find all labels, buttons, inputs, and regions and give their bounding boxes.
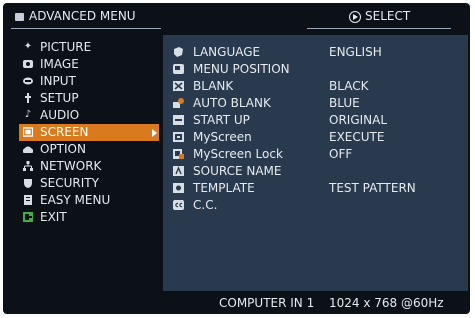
menu-item-label: NETWORK xyxy=(40,159,102,173)
picture-icon: ✦ xyxy=(23,41,33,52)
myscreen-icon xyxy=(173,132,184,142)
menu-header: ADVANCED MENU SELECT xyxy=(3,3,470,35)
select-label: SELECT xyxy=(365,9,411,23)
menu-item-audio[interactable]: ♪ AUDIO xyxy=(23,107,157,124)
input-icon xyxy=(23,76,33,86)
setting-row-language[interactable]: LANGUAGE ENGLISH xyxy=(163,44,468,61)
setting-label: AUTO BLANK xyxy=(193,96,271,110)
menu-item-label: EASY MENU xyxy=(40,193,111,207)
audio-icon: ♪ xyxy=(24,109,32,120)
menu-item-exit[interactable]: EXIT xyxy=(23,209,157,226)
setting-row-source-name[interactable]: SOURCE NAME xyxy=(163,163,468,180)
setting-label: TEMPLATE xyxy=(193,181,255,195)
menu-icon xyxy=(15,13,24,21)
signal-resolution: 1024 x 768 @60Hz xyxy=(329,296,444,310)
menu-item-setup[interactable]: SETUP xyxy=(23,90,157,107)
setting-value: BLACK xyxy=(329,79,369,93)
menu-item-label: INPUT xyxy=(40,74,76,88)
menu-title-bar: ADVANCED MENU xyxy=(11,9,161,29)
easy-menu-icon xyxy=(23,195,33,205)
signal-status-bar: COMPUTER IN 1 1024 x 768 @60Hz xyxy=(163,293,468,314)
menu-item-image[interactable]: IMAGE xyxy=(23,56,157,73)
setting-value: EXECUTE xyxy=(329,130,385,144)
menu-position-icon xyxy=(173,64,184,74)
menu-title: ADVANCED MENU xyxy=(29,9,136,23)
setting-label: C.C. xyxy=(193,198,218,212)
setting-label: MyScreen xyxy=(193,130,252,144)
submenu-arrow-icon xyxy=(152,129,157,137)
menu-item-picture[interactable]: ✦ PICTURE xyxy=(23,39,157,56)
menu-item-security[interactable]: SECURITY xyxy=(23,175,157,192)
setting-label: LANGUAGE xyxy=(193,45,261,59)
menu-item-label: OPTION xyxy=(40,142,86,156)
option-icon xyxy=(23,144,33,154)
setting-row-auto-blank[interactable]: AUTO BLANK BLUE xyxy=(163,95,468,112)
setting-row-closed-caption[interactable]: C.C. xyxy=(163,197,468,214)
menu-item-label: PICTURE xyxy=(40,40,92,54)
screen-settings-panel: LANGUAGE ENGLISH MENU POSITION BLANK BLA… xyxy=(163,35,468,291)
image-icon xyxy=(23,59,33,69)
menu-item-label: SETUP xyxy=(40,91,79,105)
auto-blank-icon xyxy=(173,98,184,108)
menu-item-easy-menu[interactable]: EASY MENU xyxy=(23,192,157,209)
exit-icon xyxy=(23,212,33,222)
setting-row-template[interactable]: TEMPLATE TEST PATTERN xyxy=(163,180,468,197)
setting-row-myscreen[interactable]: MyScreen EXECUTE xyxy=(163,129,468,146)
select-button-icon xyxy=(349,11,361,23)
myscreen-lock-icon xyxy=(173,149,184,159)
menu-item-option[interactable]: OPTION xyxy=(23,141,157,158)
setting-label: MyScreen Lock xyxy=(193,147,283,161)
setting-row-menu-position[interactable]: MENU POSITION xyxy=(163,61,468,78)
menu-item-network[interactable]: NETWORK xyxy=(23,158,157,175)
setting-row-blank[interactable]: BLANK BLACK xyxy=(163,78,468,95)
language-icon xyxy=(173,47,184,57)
setting-label: MENU POSITION xyxy=(193,62,290,76)
projector-osd: ADVANCED MENU SELECT ✦ PICTURE IMAGE INP… xyxy=(3,3,470,314)
menu-item-label: AUDIO xyxy=(40,108,80,122)
source-name-icon xyxy=(173,166,184,176)
start-up-icon xyxy=(173,115,184,125)
screen-icon xyxy=(23,127,33,137)
setting-value: OFF xyxy=(329,147,353,161)
setting-label: START UP xyxy=(193,113,250,127)
menu-item-screen[interactable]: SCREEN xyxy=(19,124,159,141)
menu-item-label: SECURITY xyxy=(40,176,99,190)
closed-caption-icon xyxy=(173,200,184,210)
menu-item-input[interactable]: INPUT xyxy=(23,73,157,90)
select-hint: SELECT xyxy=(307,9,451,29)
menu-item-label: SCREEN xyxy=(40,125,89,139)
setting-label: SOURCE NAME xyxy=(193,164,282,178)
network-icon xyxy=(23,161,33,171)
setting-row-start-up[interactable]: START UP ORIGINAL xyxy=(163,112,468,129)
menu-item-label: IMAGE xyxy=(40,57,79,71)
setting-value: ORIGINAL xyxy=(329,113,388,127)
security-icon xyxy=(23,178,33,188)
setting-label: BLANK xyxy=(193,79,234,93)
blank-icon xyxy=(173,81,184,91)
setting-value: TEST PATTERN xyxy=(329,181,416,195)
setting-value: BLUE xyxy=(329,96,360,110)
menu-item-label: EXIT xyxy=(40,210,67,224)
input-source-label: COMPUTER IN 1 xyxy=(219,296,315,310)
setting-value: ENGLISH xyxy=(329,45,382,59)
setting-row-myscreen-lock[interactable]: MyScreen Lock OFF xyxy=(163,146,468,163)
setup-icon xyxy=(23,93,33,103)
template-icon xyxy=(173,183,184,193)
